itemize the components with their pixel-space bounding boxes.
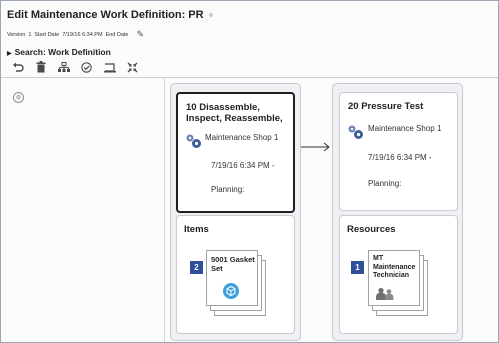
pane-divider — [164, 78, 165, 342]
item-label: 5001 Gasket Set — [211, 255, 255, 273]
operation-20-date: 7/19/16 6:34 PM - — [368, 153, 432, 162]
version-value: 1 — [28, 31, 32, 38]
frame-icon[interactable] — [103, 61, 116, 73]
operation-10-date: 7/19/16 6:34 PM - — [211, 161, 275, 170]
expand-triangle-icon[interactable]: ▶ — [7, 51, 12, 57]
work-center-gear-icon — [186, 134, 201, 148]
undo-icon[interactable] — [11, 61, 24, 73]
item-cube-icon — [223, 283, 239, 299]
toolbar — [11, 61, 139, 73]
operation-10-title: 10 Disassemble, Inspect, Reassemble, — [186, 102, 283, 124]
search-work-definition[interactable]: ▶ Search: Work Definition — [7, 47, 111, 57]
stack-sheet: 5001 Gasket Set — [206, 250, 258, 306]
operation-10-card[interactable]: 10 Disassemble, Inspect, Reassemble, Mai… — [176, 92, 295, 213]
items-count-badge: 2 — [190, 261, 203, 274]
work-center-gear-icon — [348, 125, 363, 139]
resources-card[interactable]: Resources MT Maintenance Technician 1 — [339, 215, 458, 334]
items-title: Items — [184, 224, 209, 235]
header-divider — [1, 77, 498, 78]
start-date-label: Start Date — [34, 31, 60, 38]
resource-label: MT Maintenance Technician — [373, 255, 416, 279]
delete-icon[interactable] — [34, 61, 47, 73]
version-label: Version — [7, 31, 26, 38]
version-meta: Version 1 Start Date 7/19/16 6:34 PM End… — [7, 29, 144, 40]
page-title-text: Edit Maintenance Work Definition: PR — [7, 9, 204, 21]
stack-sheet: MT Maintenance Technician — [368, 250, 420, 306]
resources-count-badge: 1 — [351, 261, 364, 274]
sequence-arrow-icon — [301, 142, 330, 152]
operation-10-panel: 10 Disassemble, Inspect, Reassemble, Mai… — [170, 83, 301, 341]
operation-20-status: Planning: — [368, 179, 402, 188]
page-title: Edit Maintenance Work Definition: PR — [7, 9, 213, 21]
resources-stack[interactable]: MT Maintenance Technician 1 — [351, 250, 430, 318]
operation-20-card[interactable]: 20 Pressure Test Maintenance Shop 1 7/19… — [339, 92, 458, 211]
structure-icon[interactable] — [57, 61, 70, 73]
edit-pencil-icon[interactable]: ✎ — [137, 29, 145, 40]
operation-20-title: 20 Pressure Test — [348, 101, 424, 112]
operation-10-status: Planning: — [211, 185, 245, 194]
items-stack[interactable]: 5001 Gasket Set 2 — [190, 250, 268, 318]
resources-title: Resources — [347, 224, 396, 235]
end-date-label: End Date — [105, 31, 129, 38]
operation-10-shop: Maintenance Shop 1 — [205, 133, 279, 142]
people-icon — [376, 287, 394, 300]
left-pane: ⊘ — [7, 86, 162, 336]
check-icon[interactable] — [80, 61, 93, 73]
operation-20-shop: Maintenance Shop 1 — [368, 124, 442, 133]
cancel-circle-icon[interactable]: ⊘ — [13, 92, 24, 103]
items-card[interactable]: Items 5001 Gasket Set 2 — [176, 215, 295, 334]
search-label: Search: Work Definition — [14, 47, 111, 57]
collapse-icon[interactable] — [126, 61, 139, 73]
operation-20-panel: 20 Pressure Test Maintenance Shop 1 7/19… — [332, 83, 463, 341]
dropdown-dot-icon[interactable] — [208, 13, 213, 18]
start-date-value: 7/19/16 6:34 PM — [62, 31, 103, 38]
edit-work-definition-window: Edit Maintenance Work Definition: PR Ver… — [0, 0, 499, 343]
